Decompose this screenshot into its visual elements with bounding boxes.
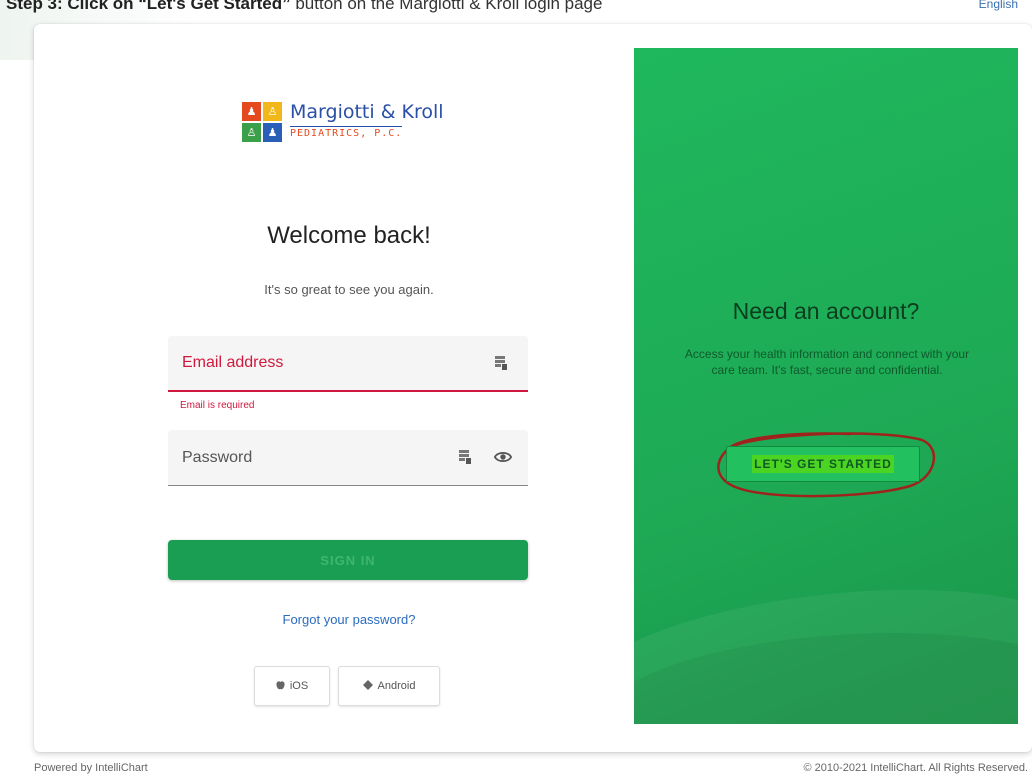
- email-field[interactable]: [168, 336, 528, 392]
- android-icon: [362, 679, 373, 693]
- email-input[interactable]: [168, 336, 528, 390]
- instruction-banner: Step 3: Click on “Let's Get Started” but…: [6, 0, 602, 14]
- signup-heading: Need an account?: [732, 298, 920, 324]
- ios-app-button[interactable]: iOS: [254, 666, 330, 706]
- forgot-password-link[interactable]: Forgot your password?: [34, 612, 664, 627]
- copyright: © 2010-2021 IntelliChart. All Rights Res…: [803, 762, 1028, 774]
- email-error-message: Email is required: [180, 400, 255, 411]
- android-label: Android: [377, 680, 416, 692]
- get-started-label: LET'S GET STARTED: [752, 455, 894, 473]
- login-panel: ♟ ♙ ♙ ♟ Margiotti & Kroll PEDIATRICS, P.C. …: [34, 24, 634, 752]
- signup-panel: Need an account? Access your health info…: [634, 48, 1018, 724]
- language-selector[interactable]: English: [979, 0, 1018, 11]
- logo-name: Margiotti & Kroll: [290, 101, 444, 124]
- password-field[interactable]: [168, 430, 528, 486]
- login-card: ♟ ♙ ♙ ♟ Margiotti & Kroll PEDIATRICS, P.C. …: [34, 24, 1032, 752]
- powered-by: Powered by IntelliChart: [34, 762, 148, 774]
- sign-in-button[interactable]: SIGN IN: [168, 540, 528, 580]
- eye-icon[interactable]: [494, 448, 512, 466]
- android-app-button[interactable]: Android: [338, 666, 440, 706]
- page-subtitle: It's so great to see you again.: [264, 282, 434, 297]
- page-title: Welcome back!: [267, 222, 431, 249]
- get-started-button[interactable]: LET'S GET STARTED: [726, 446, 920, 482]
- ios-label: iOS: [289, 680, 309, 692]
- practice-logo: ♟ ♙ ♙ ♟ Margiotti & Kroll PEDIATRICS, P.C.: [242, 90, 472, 154]
- password-manager-icon[interactable]: [456, 448, 474, 466]
- logo-subtitle: PEDIATRICS, P.C.: [290, 126, 403, 140]
- apple-icon: [276, 680, 285, 693]
- password-manager-icon[interactable]: [492, 354, 510, 372]
- logo-blocks-icon: ♟ ♙ ♙ ♟: [242, 102, 282, 142]
- instruction-rest: button on the Margiotti & Kroll login pa…: [290, 0, 603, 13]
- password-input[interactable]: [168, 430, 528, 485]
- get-started-area: LET'S GET STARTED: [710, 426, 938, 502]
- signup-description: Access your health information and conne…: [684, 347, 970, 378]
- instruction-bold: Step 3: Click on “Let's Get Started”: [6, 0, 291, 13]
